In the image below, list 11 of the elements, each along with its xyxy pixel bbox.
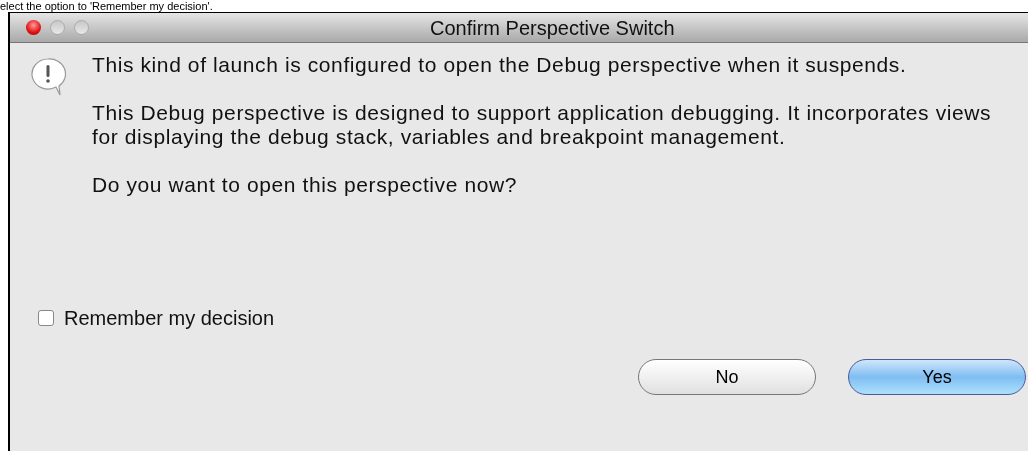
message-text: Do you want to open this perspective now? — [92, 173, 518, 197]
dialog-button[interactable]: Yes — [848, 359, 1026, 395]
warning-icon — [30, 57, 66, 97]
message-text: This kind of launch is configured to open the Debug perspective when it suspends. — [92, 53, 908, 77]
caption-text: elect the option to 'Remember my decision'. — [0, 0, 213, 12]
checkbox[interactable] — [38, 310, 54, 326]
checkbox-label: Remember my decision — [64, 306, 275, 331]
window-title: Confirm Perspective Switch — [430, 15, 675, 41]
message-text: This Debug perspective is designed to support application debugging. It incorporates views for displaying the debug stack, variables and breakpoint management. — [92, 101, 993, 149]
dialog-button[interactable]: No — [638, 359, 816, 395]
close-icon[interactable] — [26, 20, 41, 35]
